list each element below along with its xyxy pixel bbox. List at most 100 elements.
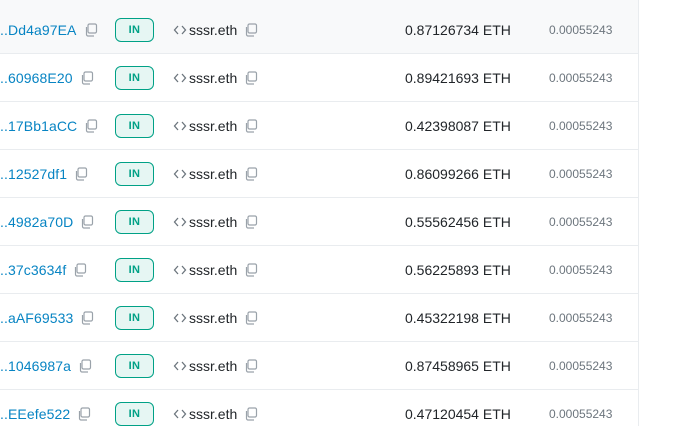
table-body: ..Dd4a97EA IN sssr.eth 0.87126734 ETH 0.… bbox=[0, 0, 638, 426]
copy-icon[interactable] bbox=[244, 358, 258, 373]
copy-icon[interactable] bbox=[80, 70, 94, 85]
copy-icon[interactable] bbox=[74, 166, 88, 181]
direction-cell: IN bbox=[115, 150, 154, 197]
to-cell: sssr.eth bbox=[173, 0, 258, 53]
copy-icon[interactable] bbox=[244, 166, 258, 181]
txn-fee-cell: 0.00055243 bbox=[549, 406, 613, 421]
from-cell: ..4982a70D bbox=[0, 198, 94, 245]
table-row: ..4982a70D IN sssr.eth 0.55562456 ETH 0.… bbox=[0, 198, 638, 246]
direction-cell: IN bbox=[115, 198, 154, 245]
direction-badge: IN bbox=[115, 17, 154, 42]
direction-cell: IN bbox=[115, 0, 154, 53]
copy-icon[interactable] bbox=[77, 406, 91, 421]
to-cell: sssr.eth bbox=[173, 150, 258, 197]
contract-code-icon bbox=[173, 167, 187, 181]
amount-cell: 0.55562456 ETH bbox=[405, 213, 511, 230]
contract-code-icon bbox=[173, 263, 187, 277]
from-address-link[interactable]: ..Dd4a97EA bbox=[0, 22, 77, 38]
contract-code-icon bbox=[173, 215, 187, 229]
copy-icon[interactable] bbox=[80, 214, 94, 229]
copy-icon[interactable] bbox=[78, 358, 92, 373]
to-address-link[interactable]: sssr.eth bbox=[189, 214, 237, 230]
txn-fee-cell: 0.00055243 bbox=[549, 22, 613, 37]
copy-icon[interactable] bbox=[244, 406, 258, 421]
table-row: ..1046987a IN sssr.eth 0.87458965 ETH 0.… bbox=[0, 342, 638, 390]
from-address-link[interactable]: ..37c3634f bbox=[0, 262, 66, 278]
copy-icon[interactable] bbox=[73, 262, 87, 277]
to-cell: sssr.eth bbox=[173, 102, 258, 149]
contract-code-icon bbox=[173, 119, 187, 133]
direction-badge: IN bbox=[115, 161, 154, 186]
direction-badge: IN bbox=[115, 65, 154, 90]
direction-badge: IN bbox=[115, 401, 154, 426]
table-row: ..Dd4a97EA IN sssr.eth 0.87126734 ETH 0.… bbox=[0, 0, 638, 54]
from-cell: ..aAF69533 bbox=[0, 294, 94, 341]
txn-fee-cell: 0.00055243 bbox=[549, 310, 613, 325]
txn-fee-cell: 0.00055243 bbox=[549, 214, 613, 229]
amount-cell: 0.47120454 ETH bbox=[405, 405, 511, 422]
to-address-link[interactable]: sssr.eth bbox=[189, 406, 237, 422]
to-address-link[interactable]: sssr.eth bbox=[189, 22, 237, 38]
contract-code-icon bbox=[173, 71, 187, 85]
from-cell: ..60968E20 bbox=[0, 54, 94, 101]
to-cell: sssr.eth bbox=[173, 198, 258, 245]
table-row: ..aAF69533 IN sssr.eth 0.45322198 ETH 0.… bbox=[0, 294, 638, 342]
copy-icon[interactable] bbox=[244, 70, 258, 85]
amount-cell: 0.45322198 ETH bbox=[405, 309, 511, 326]
to-cell: sssr.eth bbox=[173, 246, 258, 293]
amount-cell: 0.56225893 ETH bbox=[405, 261, 511, 278]
to-address-link[interactable]: sssr.eth bbox=[189, 118, 237, 134]
copy-icon[interactable] bbox=[244, 262, 258, 277]
to-address-link[interactable]: sssr.eth bbox=[189, 358, 237, 374]
from-address-link[interactable]: ..4982a70D bbox=[0, 214, 73, 230]
to-address-link[interactable]: sssr.eth bbox=[189, 70, 237, 86]
direction-badge: IN bbox=[115, 113, 154, 138]
table-row: ..37c3634f IN sssr.eth 0.56225893 ETH 0.… bbox=[0, 246, 638, 294]
from-cell: ..EEefe522 bbox=[0, 390, 91, 426]
copy-icon[interactable] bbox=[244, 118, 258, 133]
table-row: ..17Bb1aCC IN sssr.eth 0.42398087 ETH 0.… bbox=[0, 102, 638, 150]
contract-code-icon bbox=[173, 407, 187, 421]
amount-cell: 0.42398087 ETH bbox=[405, 117, 511, 134]
copy-icon[interactable] bbox=[244, 214, 258, 229]
from-address-link[interactable]: ..aAF69533 bbox=[0, 310, 73, 326]
copy-icon[interactable] bbox=[244, 22, 258, 37]
direction-badge: IN bbox=[115, 209, 154, 234]
amount-cell: 0.87458965 ETH bbox=[405, 357, 511, 374]
copy-icon[interactable] bbox=[84, 118, 98, 133]
direction-cell: IN bbox=[115, 342, 154, 389]
from-address-link[interactable]: ..12527df1 bbox=[0, 166, 67, 182]
from-address-link[interactable]: ..1046987a bbox=[0, 358, 71, 374]
from-address-link[interactable]: ..17Bb1aCC bbox=[0, 118, 77, 134]
to-address-link[interactable]: sssr.eth bbox=[189, 310, 237, 326]
from-address-link[interactable]: ..EEefe522 bbox=[0, 406, 70, 422]
direction-badge: IN bbox=[115, 353, 154, 378]
from-cell: ..Dd4a97EA bbox=[0, 0, 98, 53]
table-row: ..60968E20 IN sssr.eth 0.89421693 ETH 0.… bbox=[0, 54, 638, 102]
from-cell: ..17Bb1aCC bbox=[0, 102, 98, 149]
amount-cell: 0.87126734 ETH bbox=[405, 21, 511, 38]
direction-badge: IN bbox=[115, 257, 154, 282]
to-cell: sssr.eth bbox=[173, 54, 258, 101]
to-address-link[interactable]: sssr.eth bbox=[189, 262, 237, 278]
copy-icon[interactable] bbox=[80, 310, 94, 325]
to-cell: sssr.eth bbox=[173, 390, 258, 426]
copy-icon[interactable] bbox=[244, 310, 258, 325]
page: ..Dd4a97EA IN sssr.eth 0.87126734 ETH 0.… bbox=[0, 0, 684, 426]
amount-cell: 0.86099266 ETH bbox=[405, 165, 511, 182]
table-row: ..EEefe522 IN sssr.eth 0.47120454 ETH 0.… bbox=[0, 390, 638, 426]
copy-icon[interactable] bbox=[84, 22, 98, 37]
direction-cell: IN bbox=[115, 102, 154, 149]
contract-code-icon bbox=[173, 23, 187, 37]
to-address-link[interactable]: sssr.eth bbox=[189, 166, 237, 182]
txn-fee-cell: 0.00055243 bbox=[549, 262, 613, 277]
direction-cell: IN bbox=[115, 54, 154, 101]
from-cell: ..12527df1 bbox=[0, 150, 88, 197]
direction-badge: IN bbox=[115, 305, 154, 330]
txn-fee-cell: 0.00055243 bbox=[549, 70, 613, 85]
amount-cell: 0.89421693 ETH bbox=[405, 69, 511, 86]
txn-fee-cell: 0.00055243 bbox=[549, 358, 613, 373]
contract-code-icon bbox=[173, 311, 187, 325]
from-address-link[interactable]: ..60968E20 bbox=[0, 70, 73, 86]
to-cell: sssr.eth bbox=[173, 294, 258, 341]
